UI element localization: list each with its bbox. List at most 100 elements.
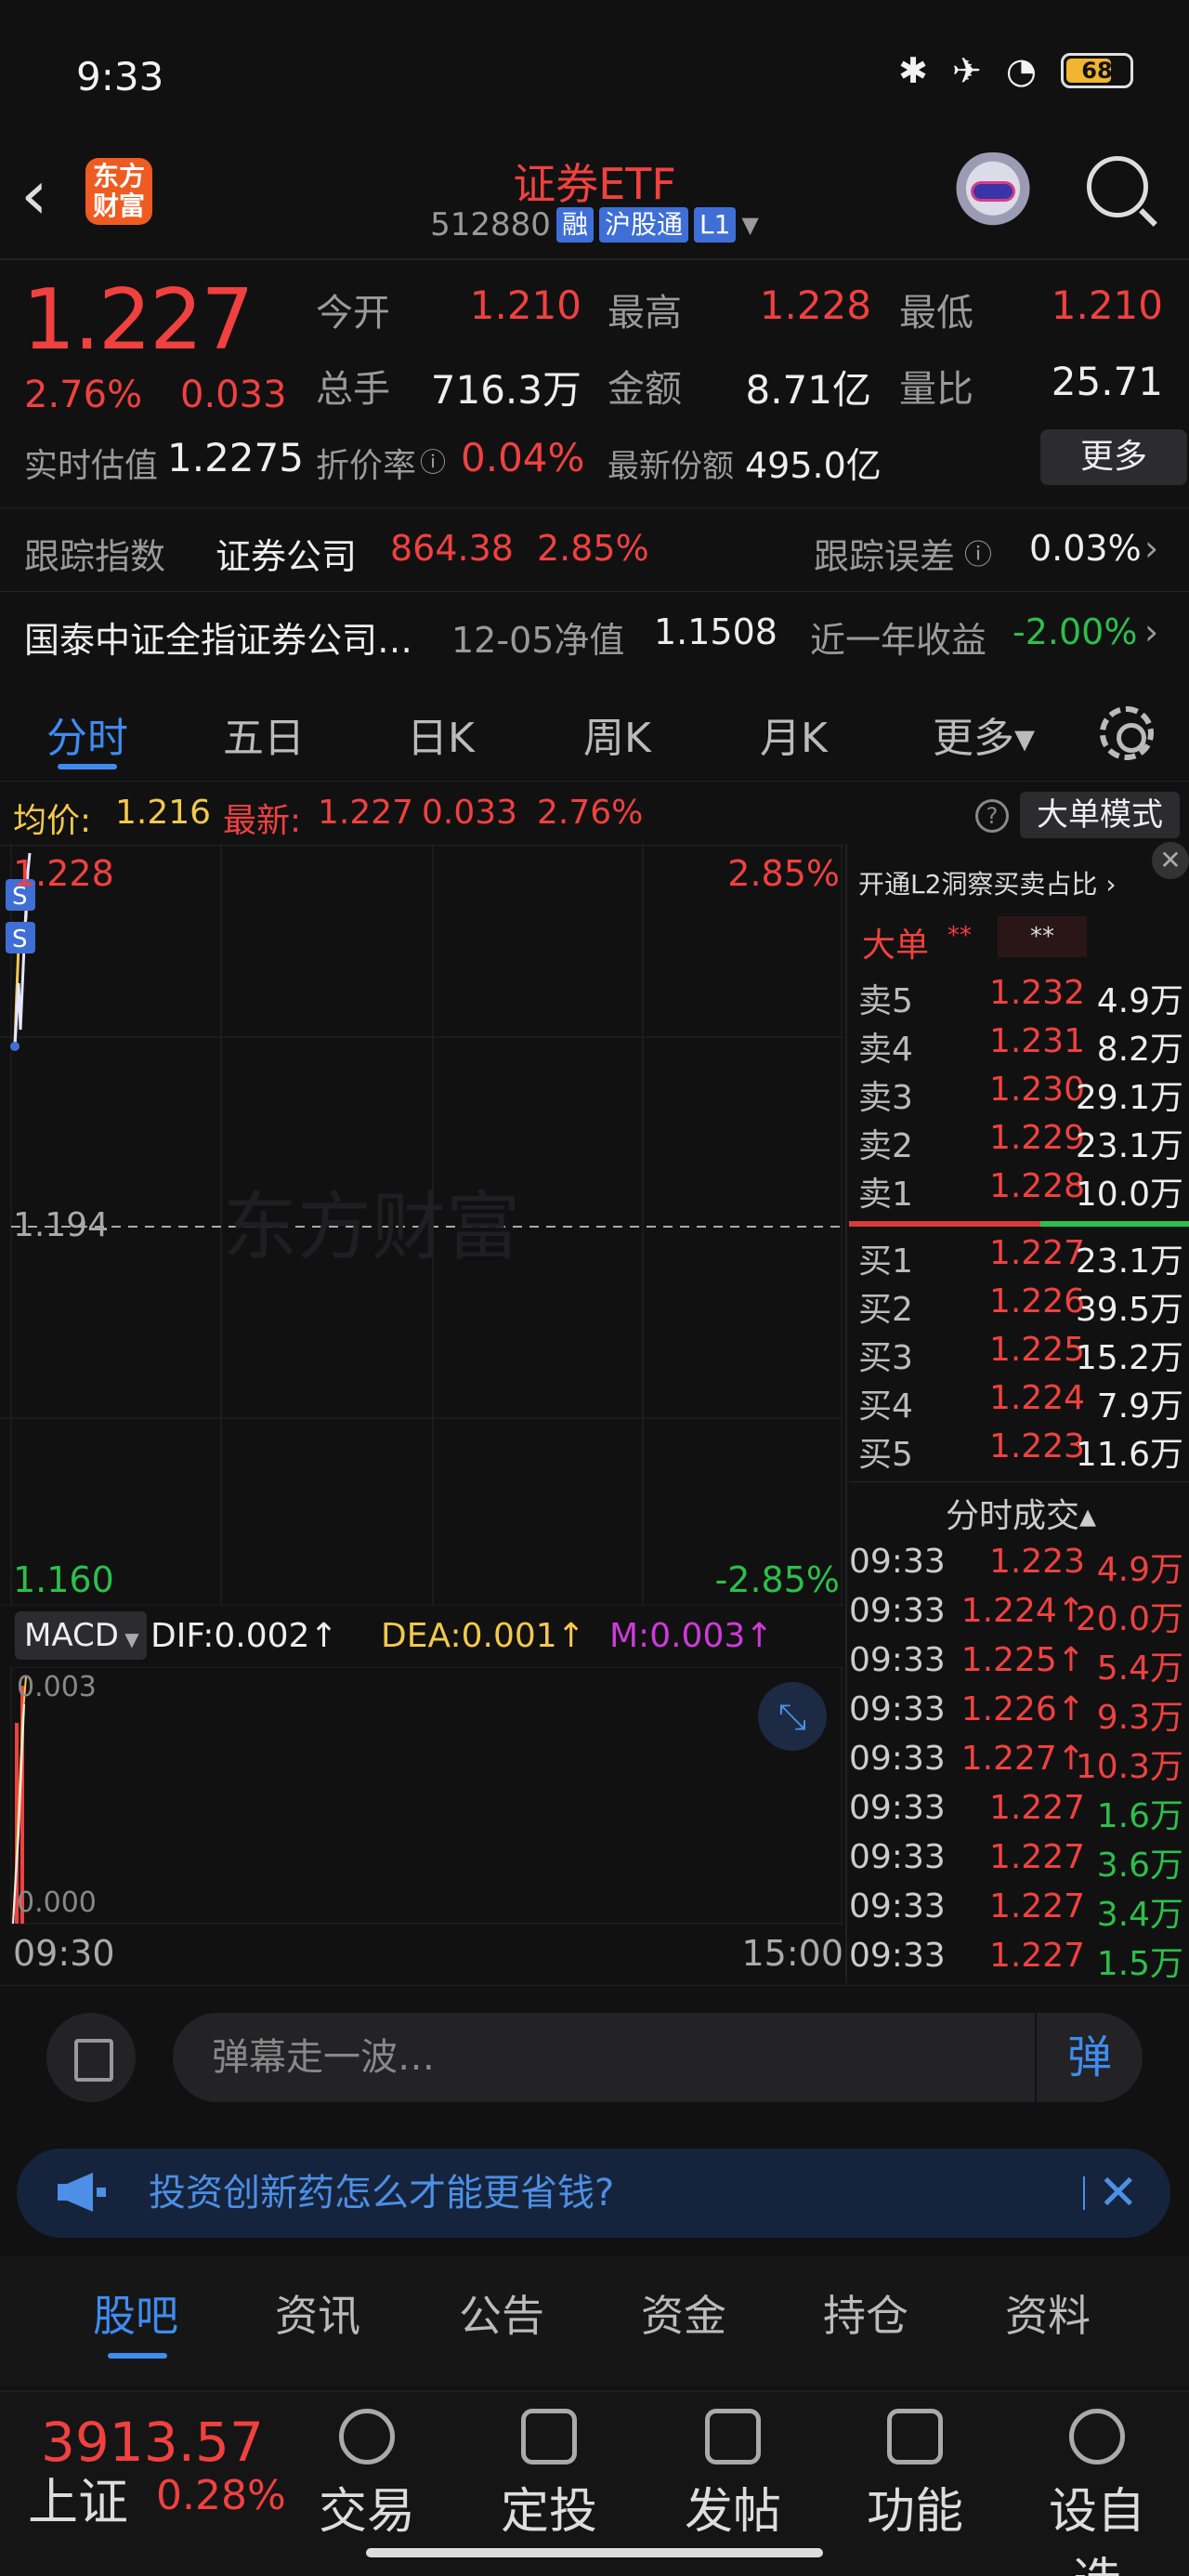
status-time: 9:33: [76, 54, 164, 99]
bid-price: 1.226: [988, 1282, 1085, 1321]
trade-volume: 10.3万: [1075, 1748, 1183, 1786]
chart-mid-price: 1.194: [13, 1206, 110, 1244]
danmaku-input[interactable]: 弹幕走一波…: [173, 2013, 1143, 2102]
tab-holdings[interactable]: 持仓: [823, 2282, 908, 2344]
app-root: 9:33 ✱ ✈ ◔ 68 ‹ 东方 财富 证券ETF 512880 融 沪股通 …: [0, 0, 1189, 2576]
order-book-panel: 开通L2洞察买卖占比 › ✕ 大单 ** ** 卖5 1.232 4.9万 卖4 1.2…: [845, 842, 1189, 1983]
bid-price: 1.225: [988, 1331, 1085, 1369]
bid-row[interactable]: 买2 1.226 39.5万: [849, 1282, 1189, 1331]
search-icon[interactable]: [1087, 156, 1148, 217]
tab-profile[interactable]: 资料: [1005, 2282, 1091, 2344]
bid-row[interactable]: 买1 1.227 23.1万: [849, 1234, 1189, 1282]
bid-row[interactable]: 买4 1.224 7.9万: [849, 1379, 1189, 1427]
trade-time: 09:33: [849, 1543, 946, 1581]
volume-value: 716.3万: [430, 367, 581, 413]
help-icon[interactable]: ⓘ: [964, 532, 992, 572]
macd-panel[interactable]: MACD ▼ DIF:0.002↑ DEA:0.001↑ M:0.003↑ 0.…: [0, 1608, 843, 1985]
close-icon[interactable]: ✕: [1152, 842, 1189, 879]
tag-level: L1: [693, 207, 737, 243]
last-price: 1.227: [22, 271, 255, 369]
divider: [0, 258, 1189, 260]
tab-intraday[interactable]: 分时: [46, 704, 128, 764]
trade-price: 1.224↑: [960, 1592, 1085, 1630]
open-value: 1.210: [469, 283, 581, 328]
index-ticker[interactable]: 3913.57 上证 0.28%: [0, 2392, 297, 2576]
discount-value: 0.04%: [461, 435, 585, 480]
close-icon[interactable]: ✕: [1098, 2149, 1139, 2238]
index-pct: 0.28%: [156, 2472, 286, 2519]
trades-title[interactable]: 分时成交▴: [946, 1489, 1096, 1537]
last-label: 最新:: [223, 802, 302, 840]
sell-marker-label: S: [12, 926, 28, 953]
trade-volume: 1.6万: [1096, 1797, 1183, 1835]
tab-weekly-k[interactable]: 周K: [583, 704, 651, 764]
bid-volume: 7.9万: [1096, 1387, 1183, 1426]
functions-button[interactable]: 功能: [845, 2392, 985, 2542]
more-button[interactable]: 更多: [1040, 429, 1187, 485]
danmaku-send-button[interactable]: 弹: [1035, 2013, 1143, 2102]
trade-price: 1.227: [988, 1937, 1085, 1975]
big-order-masked-box[interactable]: **: [998, 916, 1087, 957]
ask-row[interactable]: 卖1 1.228 10.0万: [849, 1167, 1189, 1216]
trade-button[interactable]: 交易: [297, 2392, 437, 2542]
big-order-mode-button[interactable]: 大单模式: [1020, 792, 1180, 838]
trade-time: 09:33: [849, 1740, 946, 1778]
robot-assistant-icon[interactable]: [951, 152, 1035, 232]
l2-promo-link[interactable]: 开通L2洞察买卖占比 ›: [858, 864, 1117, 901]
tab-announcements[interactable]: 公告: [459, 2282, 544, 2344]
bid-volume: 23.1万: [1075, 1242, 1183, 1281]
divider: [849, 1481, 1189, 1482]
bid-volume: 39.5万: [1075, 1291, 1183, 1329]
avg-bar-change: 0.033: [422, 794, 518, 832]
ask-row[interactable]: 卖4 1.231 8.2万: [849, 1022, 1189, 1071]
tab-more[interactable]: 更多▾: [933, 704, 1035, 764]
change-pct: 2.76%: [24, 374, 143, 416]
tab-news[interactable]: 资讯: [275, 2282, 360, 2344]
indicator-select[interactable]: MACD ▼: [15, 1611, 147, 1660]
expand-icon[interactable]: ⤡: [758, 1682, 827, 1751]
auto-invest-button[interactable]: 定投: [479, 2392, 619, 2542]
gear-icon[interactable]: [1100, 706, 1154, 760]
chevron-right-icon: ›: [1144, 528, 1159, 569]
change-value: 0.033: [180, 374, 287, 416]
help-icon[interactable]: ?: [975, 799, 1009, 833]
auto-invest-label: 定投: [500, 2484, 597, 2540]
macd-top-value: 0.003: [17, 1671, 97, 1703]
status-bar: 9:33 ✱ ✈ ◔ 68: [0, 0, 1189, 149]
battery-level: 68: [1081, 58, 1113, 84]
ask-row[interactable]: 卖2 1.229 23.1万: [849, 1119, 1189, 1167]
status-icons: ✱ ✈ ◔ 68: [898, 50, 1133, 91]
post-button[interactable]: 发帖: [663, 2392, 803, 2542]
ask-ratio-bar: [849, 1221, 1040, 1227]
airplane-icon: ✈: [951, 50, 982, 91]
ask-volume: 29.1万: [1075, 1079, 1183, 1117]
trade-row: 09:33 1.226↑ 9.3万: [845, 1690, 1189, 1739]
triangle-down-icon: ▼: [741, 212, 759, 238]
tab-five-day[interactable]: 五日: [223, 704, 305, 764]
volume-label: 总手: [316, 368, 390, 411]
tab-daily-k[interactable]: 日K: [407, 704, 475, 764]
add-watchlist-button[interactable]: 设自选: [1027, 2392, 1167, 2576]
tab-forum[interactable]: 股吧: [93, 2282, 178, 2344]
ask-row[interactable]: 卖5 1.232 4.9万: [849, 974, 1189, 1022]
tracking-value: 864.38: [390, 528, 514, 569]
tab-monthly-k[interactable]: 月K: [760, 704, 828, 764]
ask-row[interactable]: 卖3 1.230 29.1万: [849, 1071, 1189, 1119]
bid-row[interactable]: 买3 1.225 15.2万: [849, 1331, 1189, 1379]
info-icon[interactable]: ⓘ: [420, 442, 446, 480]
intraday-chart[interactable]: 东方财富 S S 1.228 2.85% 1.194 1.160 -2.85%: [0, 844, 843, 1607]
fund-name: 国泰中证全指证券公司…: [24, 620, 413, 661]
functions-label: 功能: [866, 2484, 963, 2540]
bid-row[interactable]: 买5 1.223 11.6万: [849, 1427, 1189, 1476]
home-indicator[interactable]: [366, 2548, 823, 2557]
ask-level-label: 卖1: [858, 1176, 913, 1214]
comment-settings-icon[interactable]: [46, 2013, 136, 2102]
stock-code: 512880: [430, 206, 551, 243]
trade-time: 09:33: [849, 1838, 946, 1876]
trade-row: 09:33 1.225↑ 5.4万: [845, 1641, 1189, 1689]
chevron-right-icon: ›: [1144, 611, 1159, 652]
tab-funds[interactable]: 资金: [641, 2282, 726, 2344]
tag-margin: 融: [555, 207, 594, 243]
ask-volume: 10.0万: [1075, 1176, 1183, 1214]
promo-banner[interactable]: 投资创新药怎么才能更省钱? ✕: [17, 2149, 1170, 2238]
